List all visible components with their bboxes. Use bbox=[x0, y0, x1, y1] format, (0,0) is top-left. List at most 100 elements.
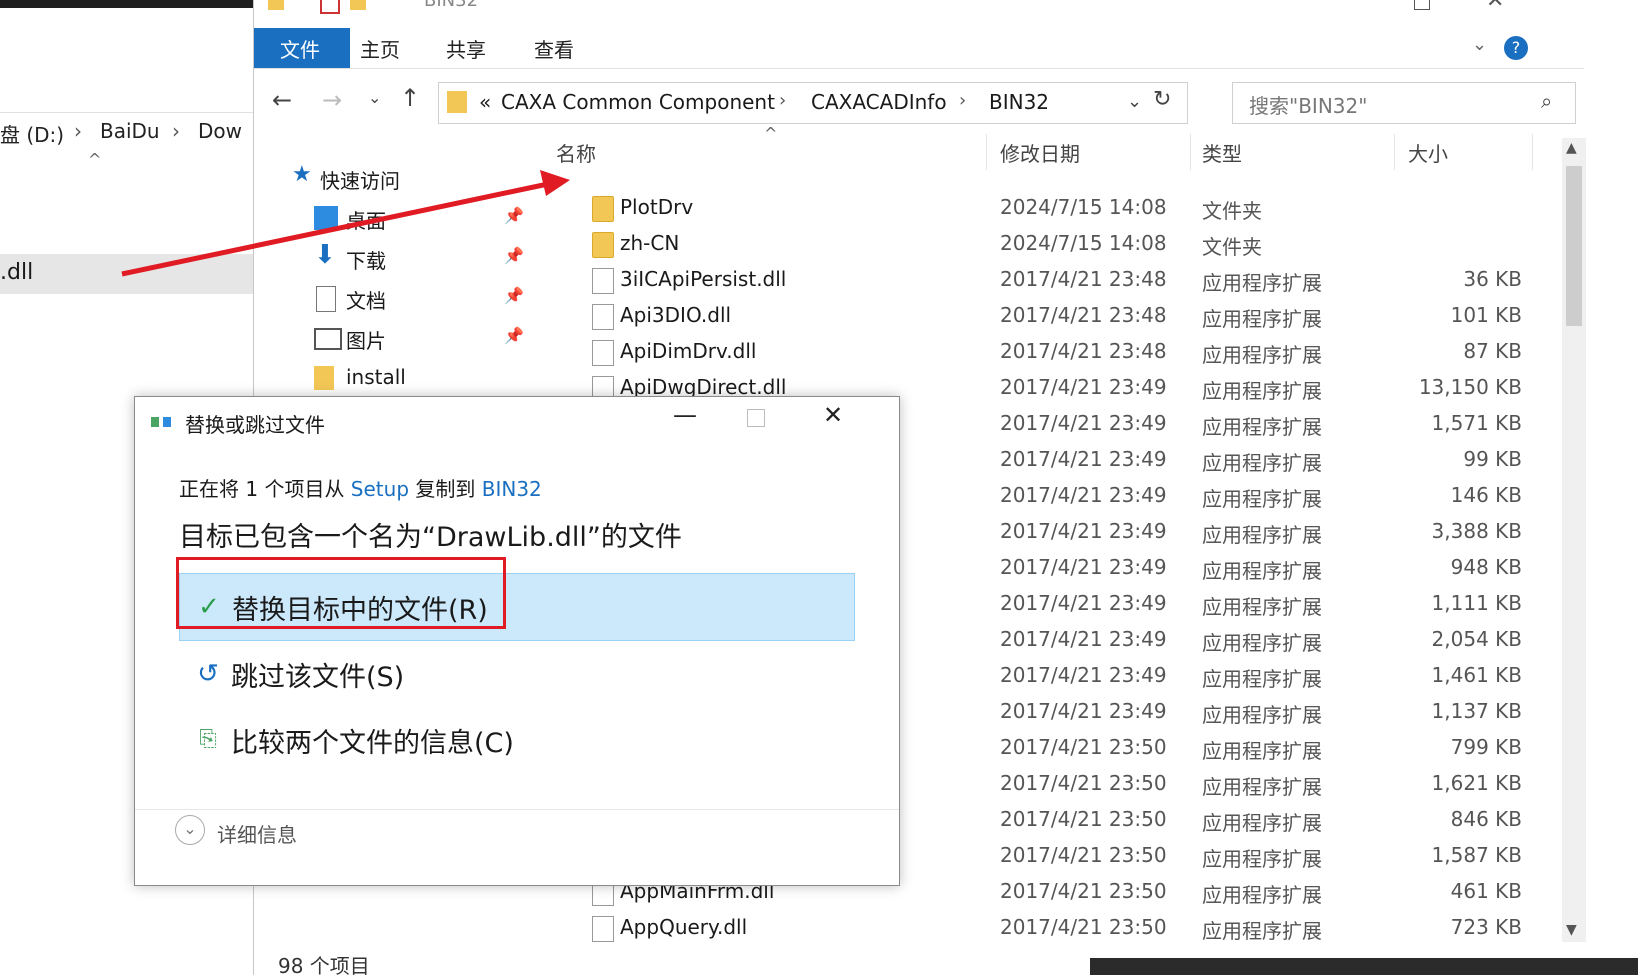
file-type: 应用程序扩展 bbox=[1202, 811, 1322, 835]
column-header-type[interactable]: 类型 bbox=[1202, 138, 1242, 167]
chevron-right-icon: › bbox=[779, 90, 787, 111]
file-size: 461 KB bbox=[1450, 879, 1522, 903]
file-type: 应用程序扩展 bbox=[1202, 307, 1322, 331]
file-row[interactable]: ApiDimDrv.dll 2017/4/21 23:48 应用程序扩展 87 KB bbox=[0, 334, 1522, 370]
file-date: 2024/7/15 14:08 bbox=[1000, 195, 1167, 219]
recent-locations-button[interactable]: ⌄ bbox=[368, 88, 381, 107]
column-divider[interactable] bbox=[986, 134, 987, 170]
file-type: 应用程序扩展 bbox=[1202, 271, 1322, 295]
close-button[interactable]: ✕ bbox=[1486, 0, 1504, 13]
address-bar[interactable]: « CAXA Common Component › CAXACADInfo › … bbox=[438, 82, 1188, 124]
file-name: PlotDrv bbox=[620, 195, 694, 219]
file-type: 应用程序扩展 bbox=[1202, 847, 1322, 871]
folder-icon bbox=[592, 196, 614, 222]
file-size: 846 KB bbox=[1450, 807, 1522, 831]
file-date: 2017/4/21 23:50 bbox=[1000, 735, 1167, 759]
file-date: 2024/7/15 14:08 bbox=[1000, 231, 1167, 255]
file-date: 2017/4/21 23:49 bbox=[1000, 411, 1167, 435]
help-icon[interactable]: ? bbox=[1504, 36, 1528, 60]
minimize-button[interactable]: — bbox=[1340, 0, 1362, 11]
sort-up-icon: ^ bbox=[764, 124, 778, 143]
skip-icon: ↺ bbox=[197, 659, 219, 689]
dll-file-icon bbox=[592, 268, 614, 294]
dll-file-icon bbox=[592, 916, 614, 942]
tab-file[interactable]: 文件 bbox=[254, 28, 350, 68]
crumb-dow[interactable]: Dow bbox=[198, 119, 242, 143]
more-details-toggle[interactable]: 详细信息 bbox=[217, 819, 297, 848]
dialog-minimize-button[interactable]: — bbox=[673, 401, 697, 429]
tab-share[interactable]: 共享 bbox=[446, 34, 486, 63]
folder-icon bbox=[447, 91, 467, 113]
file-size: 3,388 KB bbox=[1431, 519, 1522, 543]
file-type: 应用程序扩展 bbox=[1202, 559, 1322, 583]
maximize-button[interactable] bbox=[1414, 0, 1430, 10]
file-type: 应用程序扩展 bbox=[1202, 487, 1322, 511]
file-type: 应用程序扩展 bbox=[1202, 595, 1322, 619]
background-breadcrumb[interactable]: 盘 (D:) › BaiDu › Dow bbox=[0, 112, 254, 149]
crumb-caxa-common-component[interactable]: CAXA Common Component bbox=[501, 90, 775, 114]
up-button[interactable]: ↑ bbox=[400, 84, 420, 112]
address-dropdown-icon[interactable]: ⌄ bbox=[1127, 91, 1142, 112]
properties-icon[interactable] bbox=[320, 0, 340, 14]
file-type: 应用程序扩展 bbox=[1202, 415, 1322, 439]
tab-view[interactable]: 查看 bbox=[534, 34, 574, 63]
tab-home[interactable]: 主页 bbox=[360, 34, 400, 63]
file-date: 2017/4/21 23:48 bbox=[1000, 303, 1167, 327]
file-row[interactable]: zh-CN 2024/7/15 14:08 文件夹 bbox=[0, 226, 1262, 262]
file-size: 13,150 KB bbox=[1418, 375, 1522, 399]
file-size: 948 KB bbox=[1450, 555, 1522, 579]
destination-folder-link[interactable]: BIN32 bbox=[482, 477, 542, 501]
breadcrumb-overflow[interactable]: « bbox=[479, 90, 491, 114]
file-type: 应用程序扩展 bbox=[1202, 667, 1322, 691]
copy-desc-prefix: 正在将 1 个项目从 bbox=[179, 477, 351, 501]
file-date: 2017/4/21 23:48 bbox=[1000, 339, 1167, 363]
crumb-caxacadinfo[interactable]: CAXACADInfo bbox=[811, 90, 947, 114]
column-header-date[interactable]: 修改日期 bbox=[1000, 138, 1080, 167]
search-placeholder: 搜索"BIN32" bbox=[1249, 94, 1368, 118]
file-type: 应用程序扩展 bbox=[1202, 919, 1322, 943]
column-divider[interactable] bbox=[1532, 134, 1533, 170]
refresh-icon[interactable]: ↻ bbox=[1153, 87, 1171, 112]
star-icon: ★ bbox=[292, 162, 312, 187]
dialog-close-button[interactable]: ✕ bbox=[823, 401, 843, 429]
column-header-name[interactable]: 名称 bbox=[556, 138, 596, 167]
column-header-size[interactable]: 大小 bbox=[1408, 138, 1448, 167]
file-size: 2,054 KB bbox=[1431, 627, 1522, 651]
search-box[interactable]: 搜索"BIN32" ⌕ bbox=[1232, 82, 1576, 124]
crumb-bin32[interactable]: BIN32 bbox=[989, 90, 1049, 114]
forward-button[interactable]: → bbox=[322, 86, 342, 114]
column-divider[interactable] bbox=[1190, 134, 1191, 170]
file-date: 2017/4/21 23:50 bbox=[1000, 915, 1167, 939]
copy-files-icon bbox=[151, 415, 173, 429]
file-type: 应用程序扩展 bbox=[1202, 379, 1322, 403]
back-button[interactable]: ← bbox=[272, 86, 292, 114]
file-size: 799 KB bbox=[1450, 735, 1522, 759]
file-row[interactable]: 3iICApiPersist.dll 2017/4/21 23:48 应用程序扩展 3… bbox=[0, 262, 1522, 298]
crumb-drive[interactable]: 盘 (D:) bbox=[0, 119, 64, 148]
file-row[interactable]: PlotDrv 2024/7/15 14:08 文件夹 bbox=[0, 190, 1262, 226]
scroll-down-arrow[interactable]: ▼ bbox=[1566, 922, 1577, 938]
scroll-up-arrow[interactable]: ▲ bbox=[1566, 140, 1577, 156]
chevron-down-icon[interactable]: ⌄ bbox=[175, 815, 205, 845]
crumb-baidu[interactable]: BaiDu bbox=[100, 119, 160, 143]
annotation-highlight-box bbox=[176, 557, 506, 629]
file-size: 99 KB bbox=[1463, 447, 1522, 471]
scrollbar-thumb[interactable] bbox=[1566, 166, 1582, 326]
compare-files-icon: ⎘ bbox=[199, 727, 217, 752]
file-row[interactable]: Api3DIO.dll 2017/4/21 23:48 应用程序扩展 101 KB bbox=[0, 298, 1522, 334]
file-row[interactable]: AppQuery.dll 2017/4/21 23:50 应用程序扩展 723 KB bbox=[0, 910, 1522, 946]
file-name: 3iICApiPersist.dll bbox=[620, 267, 787, 291]
file-date: 2017/4/21 23:49 bbox=[1000, 663, 1167, 687]
file-date: 2017/4/21 23:49 bbox=[1000, 375, 1167, 399]
new-folder-icon[interactable] bbox=[350, 0, 366, 10]
compare-files-option[interactable]: ⎘ 比较两个文件的信息(C) bbox=[179, 707, 853, 773]
expand-ribbon-icon[interactable]: ⌄ bbox=[1472, 34, 1487, 55]
file-type: 应用程序扩展 bbox=[1202, 523, 1322, 547]
skip-file-option[interactable]: ↺ 跳过该文件(S) bbox=[179, 641, 853, 707]
file-type: 应用程序扩展 bbox=[1202, 775, 1322, 799]
column-divider[interactable] bbox=[1394, 134, 1395, 170]
search-icon[interactable]: ⌕ bbox=[1541, 89, 1552, 113]
dll-file-icon bbox=[592, 340, 614, 366]
file-type: 应用程序扩展 bbox=[1202, 739, 1322, 763]
source-folder-link[interactable]: Setup bbox=[351, 477, 409, 501]
